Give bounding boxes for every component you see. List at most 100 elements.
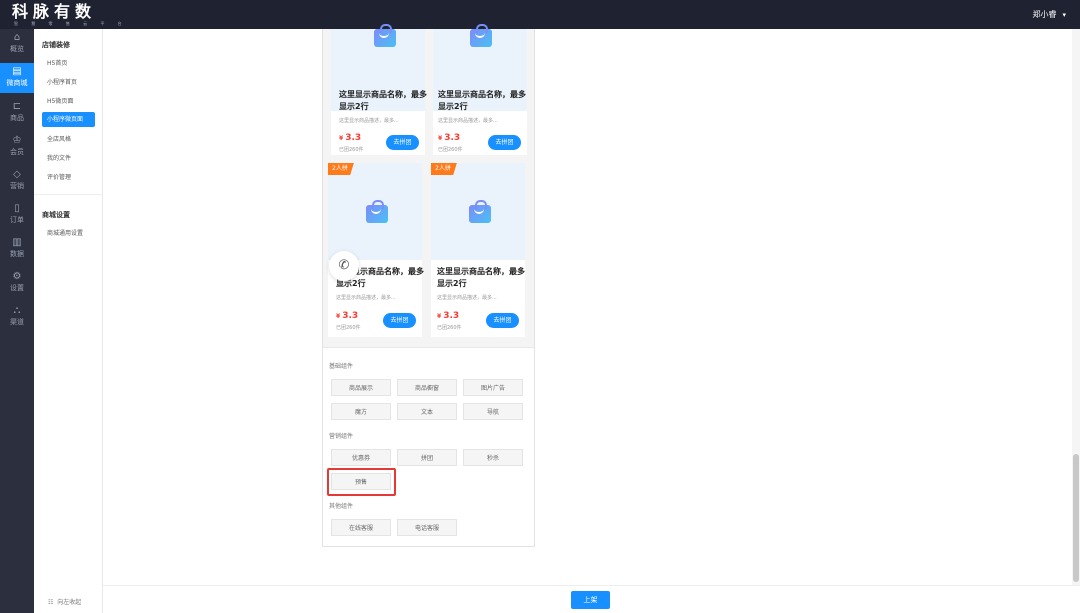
product-card[interactable]: 这里显示商品名称，最多显示2行 这里显示商品描述，最多... ¥3.3 已团26… [331,24,427,155]
component-product-window[interactable]: 商品橱窗 [397,379,457,396]
nav-data[interactable]: ▥ 数据 [0,234,34,264]
group-buy-button[interactable]: 去拼团 [486,313,519,328]
nav-orders[interactable]: ▯ 订单 [0,200,34,230]
submenu-item-h5-home[interactable]: H5首页 [42,56,95,71]
sold-count: 已团260件 [339,147,364,153]
phone-call-button[interactable]: ✆ [329,251,359,281]
network-icon: ⛬ [13,305,21,316]
sold-count: 已团260件 [437,325,462,331]
nav-label: 概览 [10,45,24,53]
component-phone-service[interactable]: 电话客服 [397,519,457,536]
component-product-display[interactable]: 商品展示 [331,379,391,396]
currency-symbol: ¥ [336,313,341,320]
document-icon: ▯ [14,203,20,214]
component-text[interactable]: 文本 [397,403,457,420]
price-value: 3.3 [444,133,461,143]
currency-symbol: ¥ [437,313,442,320]
nav-overview[interactable]: ⌂ 概览 [0,29,34,59]
user-name: 郑小睿 [1032,10,1057,19]
gear-icon: ⚙ [12,271,22,282]
group-size-badge: 2人拼 [431,163,457,175]
nav-label: 渠道 [10,318,24,326]
component-group-label: 基础组件 [329,363,354,370]
submenu-item-reviews[interactable]: 评价管理 [42,170,95,185]
nav-label: 营销 [10,182,24,190]
top-bar: 科脉有数 智 慧 零 售 云 平 台 郑小睿 ▾ [0,0,1080,29]
group-buy-button[interactable]: 去拼团 [383,313,416,328]
group-size-badge: 2人拼 [328,163,354,175]
product-title: 这里显示商品名称，最多显示2行 [438,90,526,111]
component-panel: 基础组件 商品展示 商品橱窗 图片广告 魔方 文本 导航 营销组件 优惠券 拼团… [322,347,535,547]
tag-icon: ◇ [13,169,21,180]
product-desc: 这里显示商品描述，最多... [438,118,498,124]
submenu-item-store-style[interactable]: 全店风格 [42,132,95,147]
publish-button[interactable]: 上架 [571,591,610,609]
nav-label: 会员 [10,148,24,156]
editor-canvas [103,29,1072,585]
nav-mall[interactable]: ▤ 微商城 [0,63,34,93]
price-value: 3.3 [345,133,362,143]
sold-count: 已团260件 [336,325,361,331]
phone-icon: ✆ [338,258,350,273]
group-buy-button[interactable]: 去拼团 [386,135,419,150]
product-title: 这里显示商品名称，最多显示2行 [437,267,525,288]
group-buy-button[interactable]: 去拼团 [488,135,521,150]
product-desc: 这里显示商品描述，最多... [336,295,396,301]
user-menu[interactable]: 郑小睿 ▾ [1032,9,1066,20]
price-value: 3.3 [342,311,359,321]
submenu-group-title: 商城设置 [42,211,70,219]
submenu-item-my-files[interactable]: 我的文件 [42,151,95,166]
currency-symbol: ¥ [438,135,443,142]
sub-sidebar: 店铺装修 H5首页 小程序首页 H5微页面 小程序微页面 全店风格 我的文件 评… [34,29,103,613]
collapse-sidebar-button[interactable]: ☷ 向左收起 [48,597,81,606]
component-navigation[interactable]: 导航 [463,403,523,420]
component-flash-sale[interactable]: 秒杀 [463,449,523,466]
nav-label: 设置 [10,284,24,292]
home-icon: ⌂ [13,32,21,43]
bag-icon: ⊏ [12,101,22,112]
product-image [328,163,422,260]
chevron-down-icon: ▾ [1062,11,1066,19]
submenu-item-mall-settings[interactable]: 商城通用设置 [42,226,95,241]
nav-label: 数据 [10,250,24,258]
product-image [431,163,525,260]
scrollbar-thumb[interactable] [1073,454,1079,582]
product-desc: 这里显示商品描述，最多... [437,295,497,301]
divider [34,194,103,195]
product-price: ¥3.3 [438,133,460,143]
nav-marketing[interactable]: ◇ 营销 [0,166,34,196]
list-icon: ☷ [48,599,54,606]
crown-icon: ♔ [12,135,22,146]
nav-channels[interactable]: ⛬ 渠道 [0,302,34,332]
component-magic-cube[interactable]: 魔方 [331,403,391,420]
submenu-group-title: 店铺装修 [42,41,70,49]
logo-subtitle: 智 慧 零 售 云 平 台 [14,21,128,26]
nav-settings[interactable]: ⚙ 设置 [0,268,34,298]
shopping-bag-icon [470,24,492,47]
submenu-item-mp-micropage[interactable]: 小程序微页面 [42,112,95,127]
product-card[interactable]: 这里显示商品名称，最多显示2行 这里显示商品描述，最多... ¥3.3 已团26… [433,24,527,155]
product-desc: 这里显示商品描述，最多... [339,118,399,124]
submenu-item-h5-micropage[interactable]: H5微页面 [42,94,95,109]
component-coupon[interactable]: 优惠券 [331,449,391,466]
nav-label: 订单 [10,216,24,224]
nav-members[interactable]: ♔ 会员 [0,132,34,162]
component-image-ad[interactable]: 图片广告 [463,379,523,396]
nav-label: 微商城 [6,79,28,87]
product-card[interactable]: 2人拼 这里显示商品名称，最多显示2行 这里显示商品描述，最多... ¥3.3 … [328,163,424,337]
vertical-scrollbar[interactable] [1072,29,1080,585]
component-group-label: 其他组件 [329,503,354,510]
component-group-buy[interactable]: 拼团 [397,449,457,466]
component-online-service[interactable]: 在线客服 [331,519,391,536]
currency-symbol: ¥ [339,135,344,142]
nav-products[interactable]: ⊏ 商品 [0,98,34,128]
nav-label: 商品 [10,114,24,122]
product-price: ¥3.3 [437,311,459,321]
price-value: 3.3 [443,311,460,321]
logo-text: 科脉有数 [12,2,97,21]
submenu-item-mp-home[interactable]: 小程序首页 [42,75,95,90]
collapse-label: 向左收起 [57,599,82,606]
product-card[interactable]: 2人拼 这里显示商品名称，最多显示2行 这里显示商品描述，最多... ¥3.3 … [431,163,525,337]
logo[interactable]: 科脉有数 智 慧 零 售 云 平 台 [12,2,128,27]
highlight-box [327,468,396,496]
